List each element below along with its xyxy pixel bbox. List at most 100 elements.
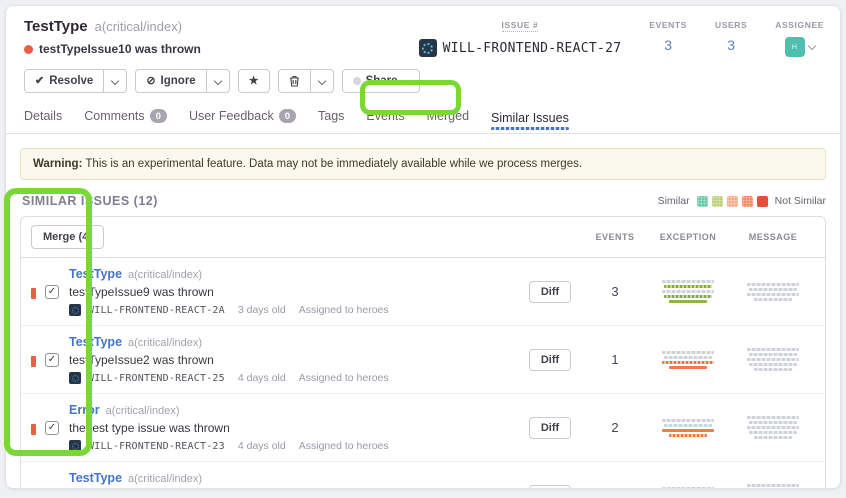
issue-stats: ISSUE # WILL-FRONTEND-REACT-27 EVENTS 3 …: [419, 18, 824, 57]
similar-issues-heading: SIMILAR ISSUES (12): [22, 194, 158, 208]
assignee-label: ASSIGNEE: [775, 20, 824, 30]
trash-icon: [289, 75, 300, 87]
issue-message: testTypeIssue10 was thrown: [39, 42, 201, 56]
ignore-button[interactable]: ⊘ Ignore: [135, 69, 206, 93]
message-similarity-thumbnail: [731, 416, 815, 439]
similar-issue-row: ✓ Error a(critical/index) the test type …: [21, 394, 825, 462]
feedback-count-badge: 0: [279, 109, 296, 123]
diff-button[interactable]: Diff: [529, 281, 571, 303]
chevron-down-icon: [213, 76, 221, 84]
platform-icon: [69, 372, 81, 384]
resolve-button[interactable]: ✔ Resolve: [24, 69, 104, 93]
platform-icon: [69, 440, 81, 452]
bookmark-star-button[interactable]: ★: [238, 69, 270, 93]
row-events-count: 2: [585, 420, 645, 435]
similar-issues-section-head: SIMILAR ISSUES (12) Similar Not Similar: [22, 194, 826, 208]
error-level-bar: [31, 356, 36, 367]
issue-culprit: a(critical/index): [95, 19, 182, 34]
exception-similarity-thumbnail: [645, 419, 731, 437]
issue-assigned: Assigned to heroes: [299, 372, 389, 384]
chevron-down-icon: [807, 41, 815, 49]
events-label: EVENTS: [649, 20, 687, 30]
exception-similarity-thumbnail: [645, 280, 731, 303]
row-events-count: 1: [585, 352, 645, 367]
chevron-down-icon: [401, 76, 409, 84]
tab-user-feedback[interactable]: User Feedback0: [189, 109, 296, 133]
tab-events[interactable]: Events: [366, 109, 404, 133]
similar-issues-panel: Merge (4) EVENTS EXCEPTION MESSAGE ✓ Tes…: [20, 216, 826, 489]
similar-issue-row: ✓ TestType a(critical/index) testTypeIss…: [21, 462, 825, 489]
issue-number-label: ISSUE #: [502, 20, 539, 32]
users-label: USERS: [715, 20, 747, 30]
diff-button[interactable]: Diff: [529, 485, 571, 490]
issue-detail-card: TestType a(critical/index) testTypeIssue…: [5, 5, 841, 489]
issue-assigned: Assigned to heroes: [299, 304, 389, 316]
check-icon: ✔: [35, 76, 44, 87]
issue-title-link[interactable]: TestType: [69, 267, 122, 281]
issue-culprit: a(critical/index): [128, 337, 202, 349]
legend-similar-label: Similar: [658, 195, 690, 207]
row-events-count: 1: [585, 488, 645, 489]
assignee-avatar: H: [785, 37, 805, 57]
issue-message: the test type issue was thrown: [69, 421, 515, 435]
tab-merged[interactable]: Merged: [427, 109, 469, 133]
experimental-warning-banner: Warning: This is an experimental feature…: [20, 148, 826, 180]
issue-age: 4 days old: [238, 372, 286, 384]
similar-issue-row: ✓ TestType a(critical/index) testTypeIss…: [21, 258, 825, 326]
issue-header-left: TestType a(critical/index) testTypeIssue…: [24, 18, 201, 57]
issue-title-link[interactable]: TestType: [69, 335, 122, 349]
tab-comments[interactable]: Comments0: [84, 109, 167, 133]
issue-short-id: WILL-FRONTEND-REACT-25: [88, 373, 225, 384]
platform-icon: [69, 304, 81, 316]
issue-title-link[interactable]: TestType: [69, 471, 122, 485]
issue-short-id: WILL-FRONTEND-REACT-27: [443, 41, 622, 56]
row-checkbox[interactable]: ✓: [45, 353, 59, 367]
issue-culprit: a(critical/index): [128, 473, 202, 485]
legend-not-similar-label: Not Similar: [775, 195, 826, 207]
stat-users: USERS 3: [715, 20, 747, 57]
assignee-dropdown[interactable]: H: [785, 37, 815, 57]
circle-dot-icon: [353, 77, 361, 85]
star-icon: ★: [249, 76, 259, 87]
issue-age: 4 days old: [238, 440, 286, 452]
tab-tags[interactable]: Tags: [318, 109, 344, 133]
action-toolbar: ✔ Resolve ⊘ Ignore ★ Share: [6, 57, 840, 93]
warning-label: Warning:: [33, 158, 82, 170]
column-header-exception: EXCEPTION: [645, 232, 731, 242]
diff-button[interactable]: Diff: [529, 349, 571, 371]
row-events-count: 3: [585, 284, 645, 299]
chevron-down-icon: [317, 76, 325, 84]
row-checkbox[interactable]: ✓: [45, 489, 59, 490]
message-similarity-thumbnail: [731, 348, 815, 371]
resolve-dropdown-button[interactable]: [104, 69, 127, 93]
issue-message: testTypeIssue2 was thrown: [69, 353, 515, 367]
users-count-link[interactable]: 3: [727, 37, 735, 53]
issue-culprit: a(critical/index): [128, 269, 202, 281]
exception-similarity-thumbnail: [645, 487, 731, 490]
ban-icon: ⊘: [146, 76, 155, 87]
tab-similar-issues[interactable]: Similar Issues: [491, 109, 569, 133]
issue-culprit: a(critical/index): [106, 405, 180, 417]
column-header-message: MESSAGE: [731, 232, 815, 242]
share-button[interactable]: Share: [342, 69, 420, 93]
warning-text: This is an experimental feature. Data ma…: [82, 158, 582, 170]
message-similarity-thumbnail: [731, 283, 815, 301]
tab-details[interactable]: Details: [24, 109, 62, 133]
events-count-link[interactable]: 3: [664, 37, 672, 53]
diff-button[interactable]: Diff: [529, 417, 571, 439]
issue-title-link[interactable]: Error: [69, 403, 100, 417]
delete-button[interactable]: [278, 69, 311, 93]
message-similarity-thumbnail: [731, 484, 815, 489]
stat-events: EVENTS 3: [649, 20, 687, 57]
ignore-dropdown-button[interactable]: [207, 69, 230, 93]
issue-tabs: Details Comments0 User Feedback0 Tags Ev…: [6, 93, 840, 134]
row-checkbox[interactable]: ✓: [45, 421, 59, 435]
similarity-legend: Similar Not Similar: [658, 195, 826, 207]
delete-dropdown-button[interactable]: [311, 69, 334, 93]
stat-assignee: ASSIGNEE H: [775, 20, 824, 57]
issue-title: TestType: [24, 18, 88, 35]
row-checkbox[interactable]: ✓: [45, 285, 59, 299]
error-level-bar: [31, 424, 36, 435]
merge-button[interactable]: Merge (4): [31, 225, 104, 249]
issue-header: TestType a(critical/index) testTypeIssue…: [6, 6, 840, 57]
